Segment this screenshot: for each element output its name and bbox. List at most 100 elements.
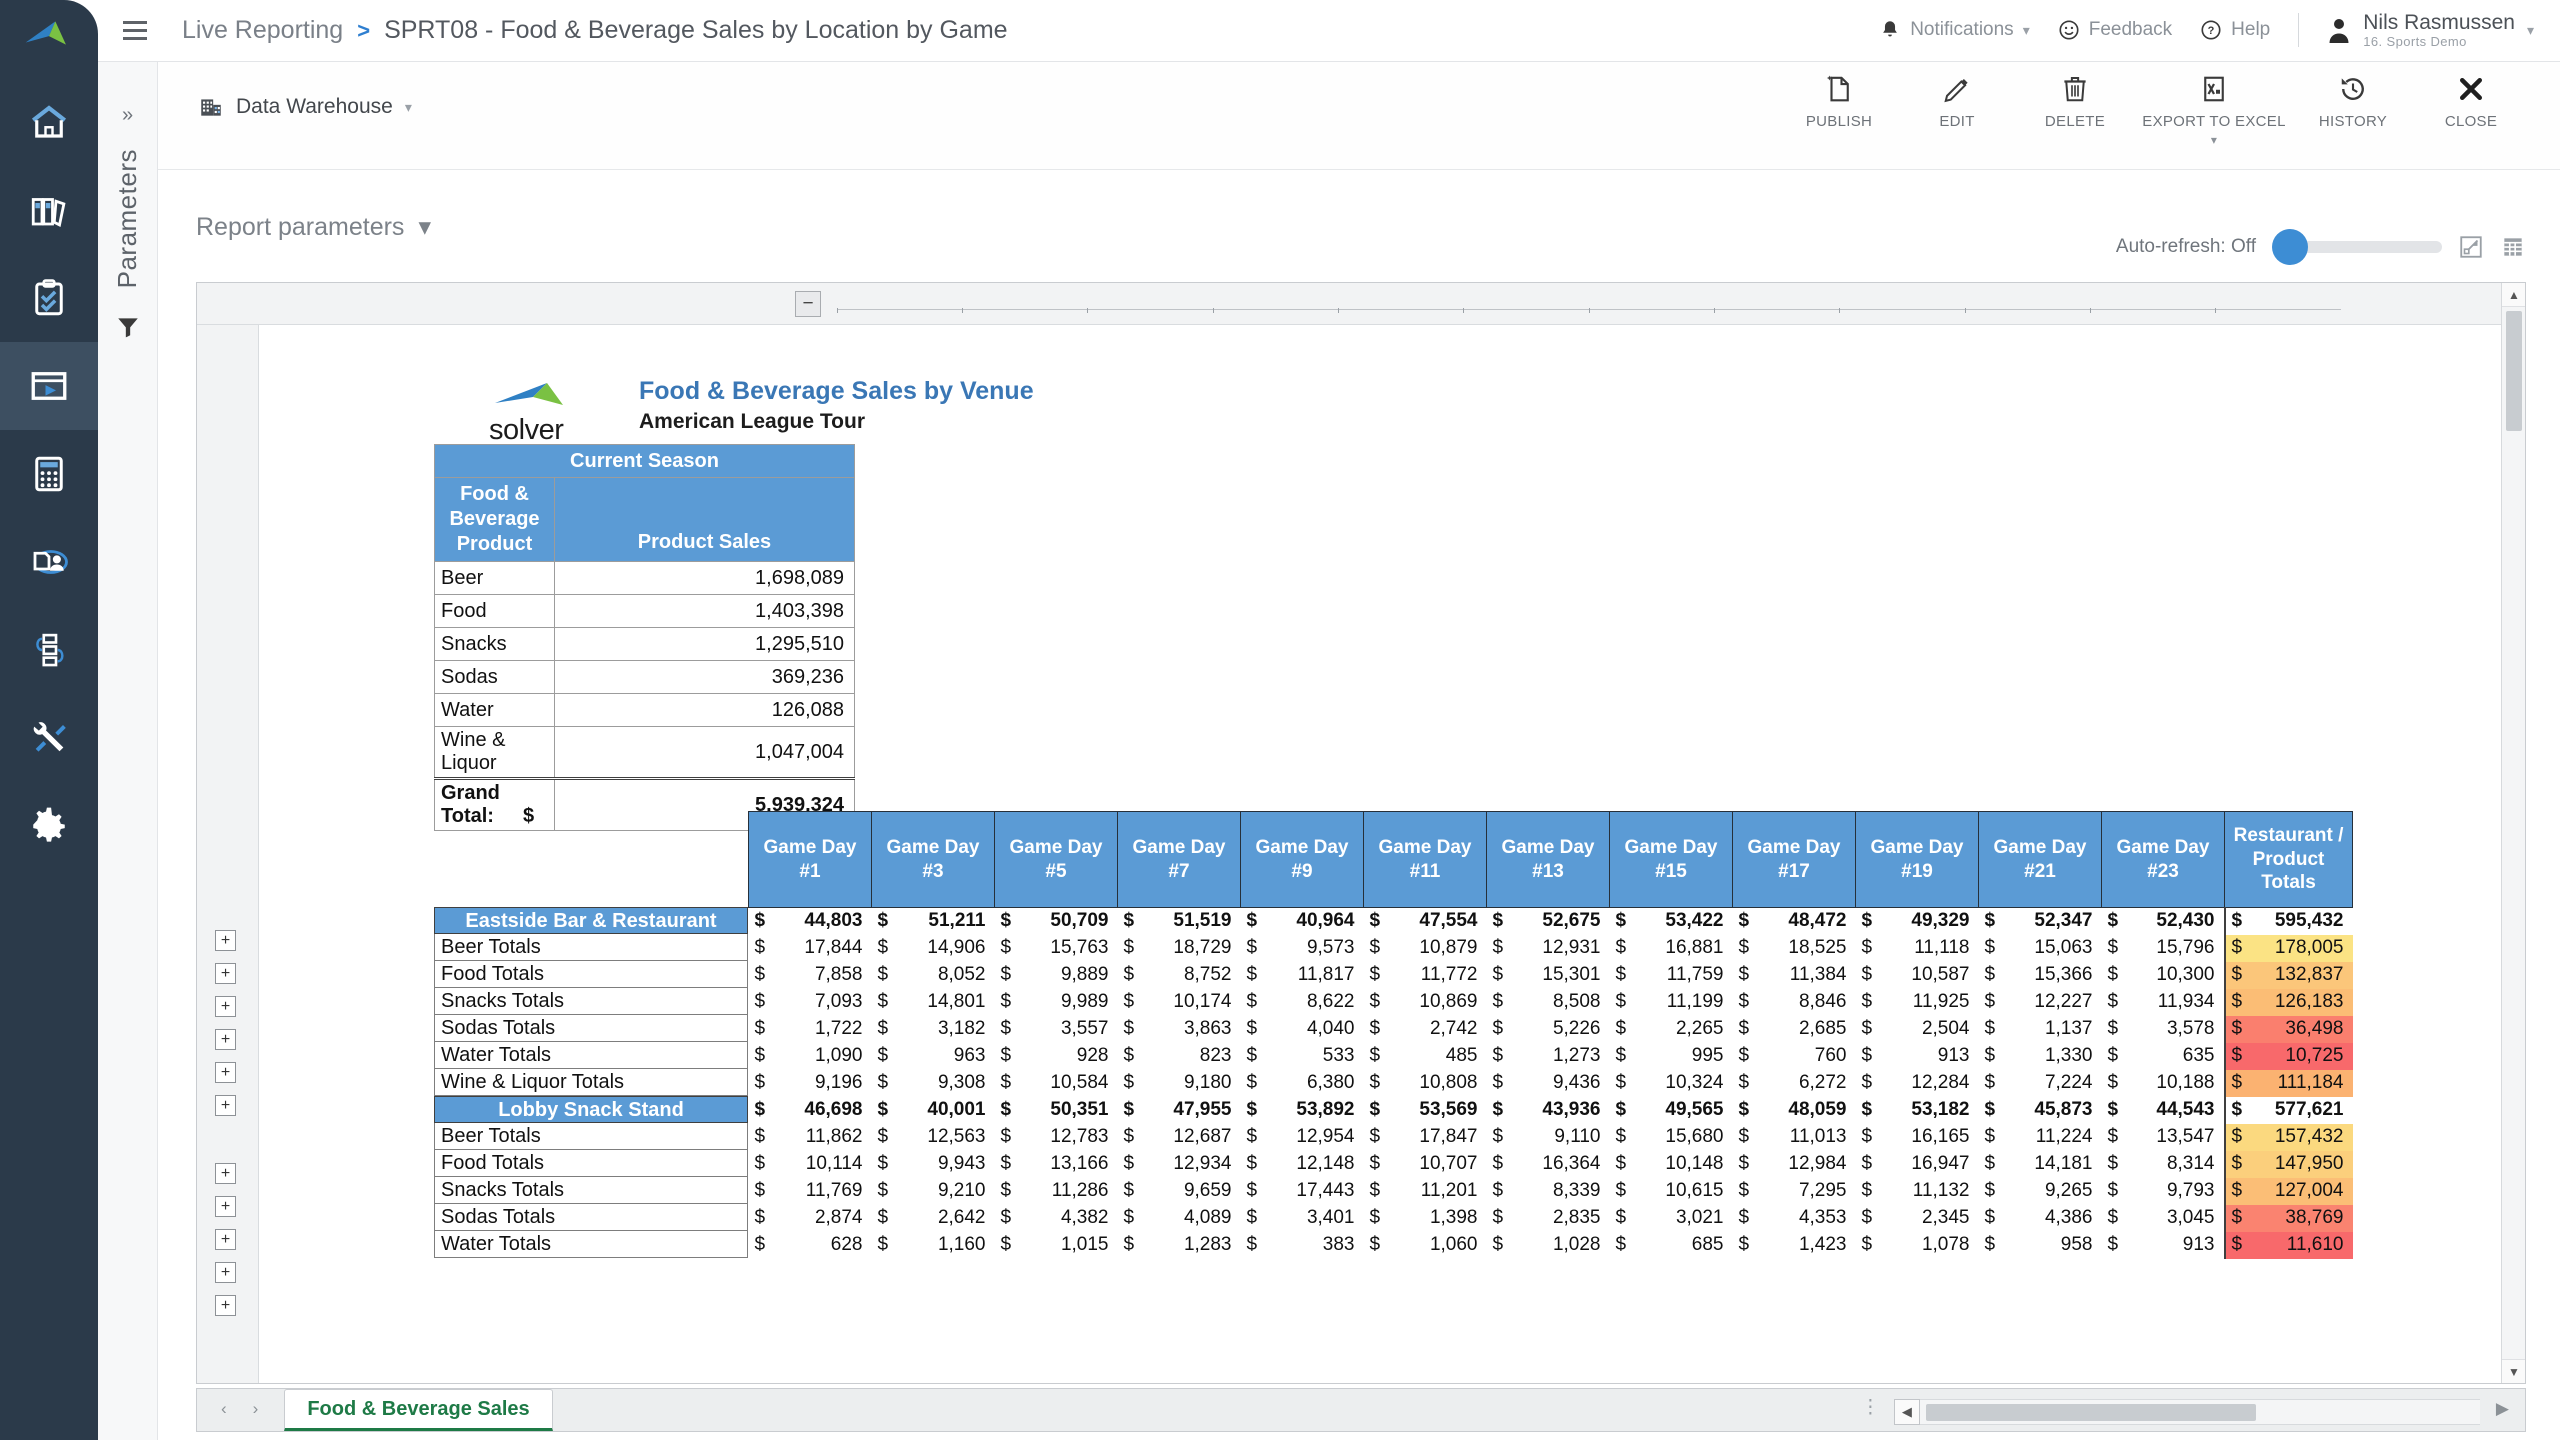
top-bar: Live Reporting > SPRT08 - Food & Beverag… [98, 0, 2560, 62]
currency-symbol: $ [1615, 910, 1627, 932]
expand-row-button[interactable]: + [215, 930, 236, 951]
grid-view-icon[interactable] [2500, 234, 2526, 260]
data-cell: $12,563 [871, 1123, 995, 1151]
expand-parameters-icon[interactable]: » [98, 104, 157, 127]
scroll-left-button[interactable]: ◀ [1893, 1399, 1920, 1425]
data-cell: $51,211 [871, 907, 995, 935]
data-cell: $50,709 [994, 907, 1118, 935]
feedback-button[interactable]: Feedback [2058, 19, 2172, 41]
data-cell: $8,052 [871, 961, 995, 989]
publish-button[interactable]: PUBLISH [1780, 74, 1898, 130]
collapse-group-button[interactable]: − [795, 291, 821, 317]
summary-row-label: Sodas [434, 660, 555, 694]
list-item: Beer Totals [434, 1123, 748, 1150]
history-button[interactable]: HISTORY [2294, 74, 2412, 130]
report-parameters-toggle[interactable]: Report parameters ▾ [196, 212, 431, 242]
sidebar-item-library[interactable] [0, 166, 98, 254]
currency-symbol: $ [754, 1234, 766, 1255]
breadcrumb-root[interactable]: Live Reporting [182, 16, 343, 45]
currency-symbol: $ [2107, 1072, 2119, 1093]
horizontal-scroll-thumb[interactable] [1925, 1404, 2256, 1421]
report-pane: Report parameters ▾ Auto-refresh: Off − [158, 170, 2560, 1440]
currency-symbol: $ [2231, 1126, 2243, 1147]
currency-symbol: $ [1861, 1126, 1873, 1147]
currency-symbol: $ [1615, 1126, 1627, 1147]
sidebar-item-calculator[interactable] [0, 430, 98, 518]
edit-label: EDIT [1939, 113, 1975, 130]
expand-row-button[interactable]: + [215, 1229, 236, 1250]
data-cell: $1,060 [1363, 1231, 1487, 1259]
scroll-down-button[interactable]: ▼ [2502, 1359, 2525, 1383]
data-cell: $52,675 [1486, 907, 1610, 935]
filter-icon[interactable] [115, 314, 141, 345]
sheet-tab-food-and-beverage-sales[interactable]: Food & Beverage Sales [284, 1389, 553, 1431]
currency-symbol: $ [1492, 1153, 1504, 1174]
edit-button[interactable]: EDIT [1898, 74, 2016, 130]
currency-symbol: $ [754, 937, 766, 958]
sidebar-item-workflow[interactable] [0, 606, 98, 694]
datasource-selector[interactable]: Data Warehouse ▾ [198, 94, 412, 120]
expand-row-button[interactable]: + [215, 1295, 236, 1316]
data-cell: $11,384 [1732, 961, 1856, 989]
expand-row-button[interactable]: + [215, 1196, 236, 1217]
currency-symbol: $ [1492, 1126, 1504, 1147]
summary-row-label: Beer [434, 561, 555, 595]
sidebar-item-tools[interactable] [0, 694, 98, 782]
expand-row-button[interactable]: + [215, 1262, 236, 1283]
expand-row-button[interactable]: + [215, 1163, 236, 1184]
divider [2298, 13, 2300, 48]
currency-symbol: $ [2231, 1180, 2243, 1201]
close-button[interactable]: CLOSE [2412, 74, 2530, 130]
expand-row-button[interactable]: + [215, 996, 236, 1017]
user-menu[interactable]: Nils Rasmussen 16. Sports Demo ▾ [2327, 11, 2534, 49]
trash-icon [2064, 77, 2086, 102]
vertical-scrollbar[interactable]: ▲ ▼ [2501, 283, 2525, 1383]
menu-toggle-icon[interactable] [106, 21, 164, 40]
previous-sheet-button[interactable]: ‹ [221, 1399, 227, 1419]
parameters-label[interactable]: Parameters [112, 149, 143, 288]
close-label: CLOSE [2444, 113, 2498, 130]
data-cell: $53,182 [1855, 1096, 1979, 1124]
sidebar-item-tasks[interactable] [0, 254, 98, 342]
sidebar-item-document-user[interactable] [0, 518, 98, 606]
next-sheet-button[interactable]: › [253, 1399, 259, 1419]
delete-button[interactable]: DELETE [2016, 74, 2134, 130]
table-row: $10,114 $9,943 $13,166 $12,934 $12,148 $10,70… [748, 1150, 2353, 1178]
currency-symbol: $ [754, 1072, 766, 1093]
fullscreen-icon[interactable] [2458, 234, 2484, 260]
expand-row-button[interactable]: + [215, 1029, 236, 1050]
currency-symbol: $ [1000, 1153, 1012, 1174]
currency-symbol: $ [1738, 964, 1750, 985]
expand-row-button[interactable]: + [215, 963, 236, 984]
notifications-button[interactable]: Notifications ▾ [1879, 19, 2030, 41]
sheet-options-icon[interactable]: ⋮ [1847, 1396, 1894, 1431]
data-cell: $1,137 [1978, 1015, 2102, 1043]
expand-row-button[interactable]: + [215, 1095, 236, 1116]
scroll-right-button[interactable]: ▶ [2480, 1399, 2525, 1431]
group-header-eastside: Eastside Bar & Restaurant [434, 907, 748, 934]
auto-refresh-toggle[interactable] [2272, 229, 2442, 265]
spreadsheet-scroll-area[interactable]: + + + + + + + + + + + solver Food & Beve… [197, 325, 2501, 1383]
currency-symbol: $ [1738, 1045, 1750, 1066]
currency-symbol: $ [1984, 1072, 1996, 1093]
help-button[interactable]: ? Help [2200, 19, 2270, 41]
row-total-cell: $157,432 [2223, 1123, 2353, 1151]
data-cell: $14,906 [871, 934, 995, 962]
horizontal-scrollbar[interactable]: ◀ [1893, 1399, 2480, 1431]
sidebar-item-reporting[interactable] [0, 342, 98, 430]
data-cell: $12,783 [994, 1123, 1118, 1151]
data-cell: $15,763 [994, 934, 1118, 962]
export-to-excel-button[interactable]: EXPORT TO EXCEL ▾ [2134, 74, 2294, 147]
expand-row-button[interactable]: + [215, 1062, 236, 1083]
scroll-up-button[interactable]: ▲ [2502, 283, 2525, 307]
vertical-scroll-thumb[interactable] [2506, 311, 2522, 431]
table-row: $7,093 $14,801 $9,989 $10,174 $8,622 $10,869 $… [748, 988, 2353, 1016]
data-cell: $9,889 [994, 961, 1118, 989]
toggle-knob[interactable] [2272, 229, 2308, 265]
sidebar-item-home[interactable] [0, 78, 98, 166]
chevron-down-icon[interactable]: ▾ [2211, 133, 2217, 147]
horizontal-scroll-track[interactable] [1919, 1399, 2480, 1425]
sidebar-item-settings[interactable] [0, 782, 98, 870]
data-cell: $9,793 [2101, 1177, 2225, 1205]
currency-symbol: $ [1000, 1018, 1012, 1039]
